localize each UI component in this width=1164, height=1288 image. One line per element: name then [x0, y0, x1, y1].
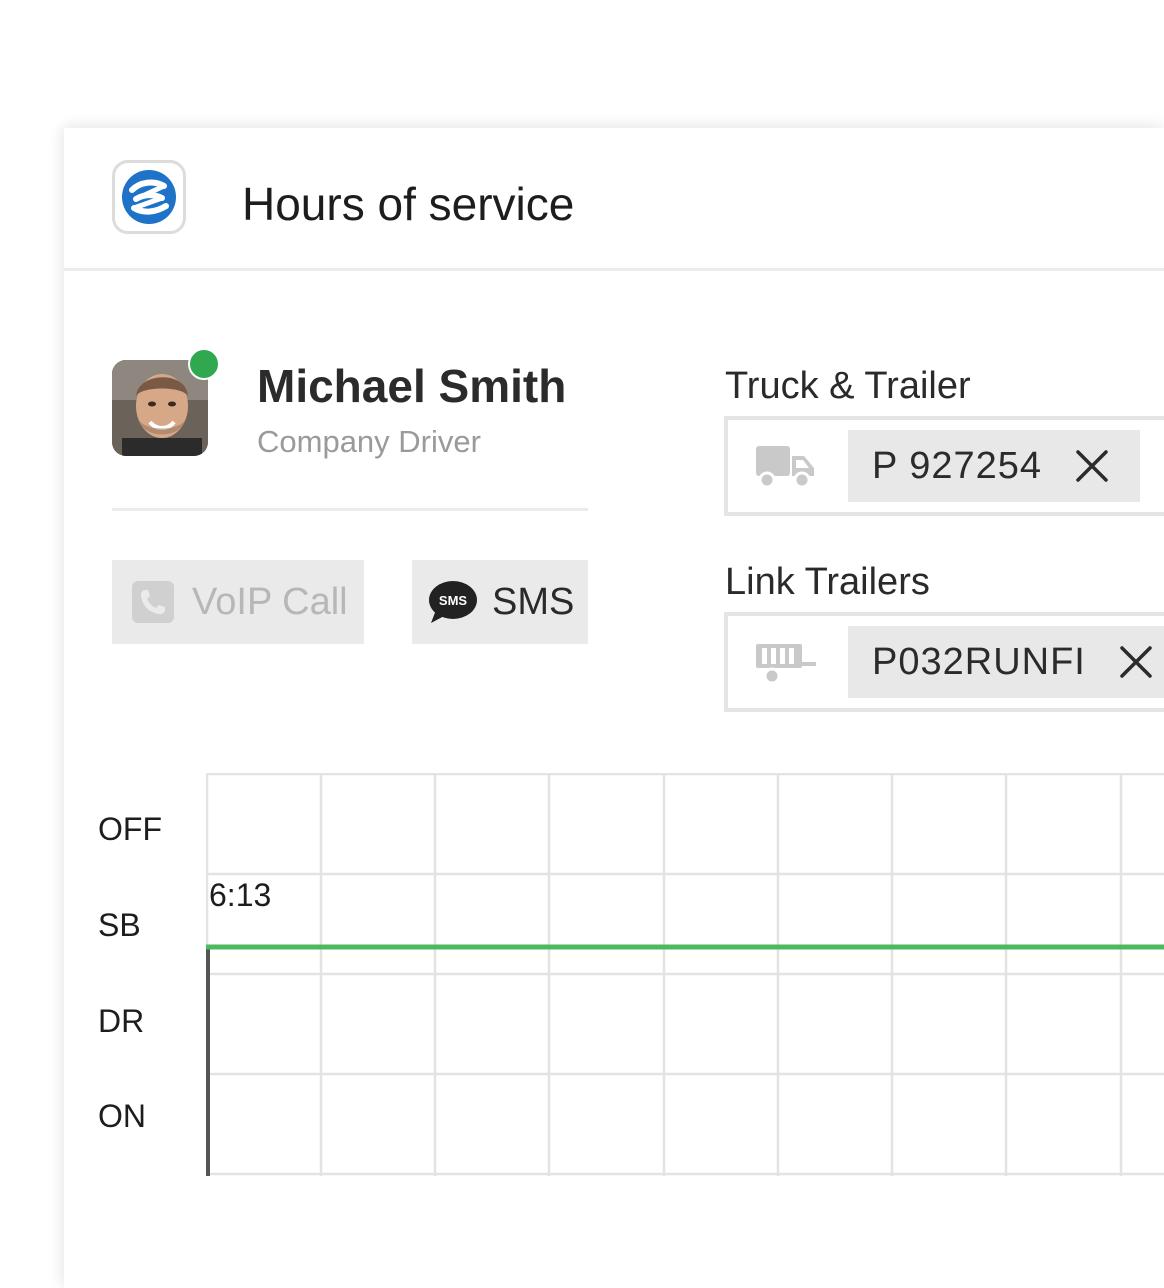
phone-icon [132, 581, 174, 623]
trailer-chip-value: P032RUNFI [872, 640, 1086, 683]
online-status-indicator [188, 348, 220, 380]
log-grid [206, 773, 1164, 1176]
voip-call-button[interactable]: VoIP Call [112, 560, 364, 644]
page-title: Hours of service [242, 178, 575, 230]
log-row-label-off: OFF [98, 811, 162, 847]
truck-chip-value: P 927254 [872, 444, 1043, 487]
driver-name: Michael Smith [257, 360, 567, 412]
trailer-icon [756, 644, 816, 685]
log-row-label-dr: DR [98, 1003, 145, 1039]
svg-text:SMS: SMS [439, 593, 468, 608]
trailer-chip: P032RUNFI [848, 626, 1164, 698]
voip-call-label: VoIP Call [192, 580, 348, 623]
company-logo [112, 160, 186, 234]
close-icon[interactable] [1118, 644, 1154, 680]
sms-label: SMS [492, 580, 575, 623]
truck-icon [756, 446, 814, 489]
log-row-label-on: ON [98, 1098, 146, 1134]
truck-chip: P 927254 [848, 430, 1140, 502]
driver-avatar-container [112, 348, 220, 456]
truck-select-field[interactable]: P 927254 [724, 416, 1164, 516]
truck-trailer-label: Truck & Trailer [725, 365, 971, 407]
panel-header: Hours of service [64, 128, 1164, 271]
driver-role: Company Driver [257, 424, 481, 459]
sms-bubble-icon: SMS [429, 581, 477, 623]
log-grid-svg [206, 773, 1164, 1176]
link-trailers-label: Link Trailers [725, 561, 930, 603]
sms-button[interactable]: SMS SMS [412, 560, 588, 644]
driver-divider [112, 508, 588, 511]
trailer-select-field[interactable]: P032RUNFI [724, 612, 1164, 712]
status-start-time: 6:13 [209, 877, 272, 913]
close-icon[interactable] [1074, 448, 1110, 484]
log-row-label-sb: SB [98, 907, 141, 943]
company-logo-icon [122, 170, 176, 224]
hos-panel: Hours of service Michael Smith Company D… [64, 128, 1164, 1288]
